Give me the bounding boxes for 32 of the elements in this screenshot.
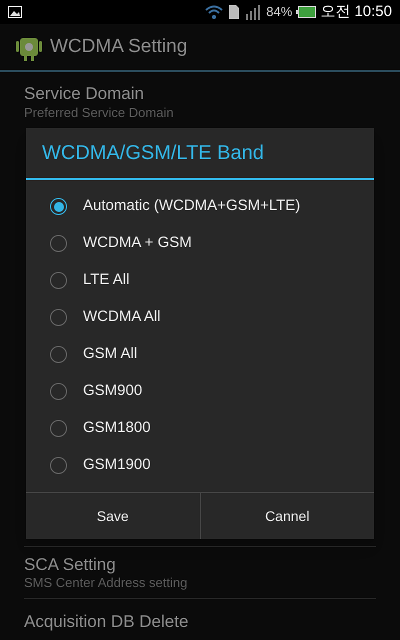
- battery-percent: 84%: [266, 3, 292, 22]
- radio-button[interactable]: [50, 198, 67, 215]
- app-title: WCDMA Setting: [50, 34, 188, 59]
- setting-title: SCA Setting: [24, 554, 117, 575]
- setting-title: Acquisition DB Delete: [24, 610, 190, 632]
- dialog-button[interactable]: Save: [26, 493, 200, 539]
- setting-summary: SMS Center Address setting: [24, 575, 188, 592]
- radio-option[interactable]: GSM1800: [26, 410, 374, 447]
- setting-summary: Preferred Service Domain: [24, 104, 175, 121]
- radio-option[interactable]: WCDMA + GSM: [26, 225, 374, 262]
- battery-icon: [296, 6, 316, 18]
- radio-button[interactable]: [50, 272, 67, 289]
- radio-button[interactable]: [50, 309, 67, 326]
- dialog-button[interactable]: Cannel: [200, 493, 374, 539]
- radio-option[interactable]: GSM All: [26, 336, 374, 373]
- radio-button[interactable]: [50, 420, 67, 437]
- gallery-icon: [8, 6, 22, 18]
- radio-button[interactable]: [50, 235, 67, 252]
- wifi-icon: [204, 4, 224, 20]
- radio-option[interactable]: WCDMA All: [26, 299, 374, 336]
- sim-card-icon: [228, 4, 240, 20]
- radio-option[interactable]: Automatic (WCDMA+GSM+LTE): [26, 188, 374, 225]
- radio-button[interactable]: [50, 457, 67, 474]
- radio-option[interactable]: GSM900: [26, 373, 374, 410]
- radio-button[interactable]: [50, 383, 67, 400]
- radio-button[interactable]: [50, 346, 67, 363]
- status-time: 오전 10:50: [320, 2, 392, 22]
- setting-title: Service Domain: [24, 83, 145, 104]
- signal-icon: [244, 4, 262, 20]
- radio-option[interactable]: GSM1900: [26, 447, 374, 484]
- radio-option[interactable]: LTE All: [26, 262, 374, 299]
- dialog-title: WCDMA/GSM/LTE Band: [42, 141, 264, 166]
